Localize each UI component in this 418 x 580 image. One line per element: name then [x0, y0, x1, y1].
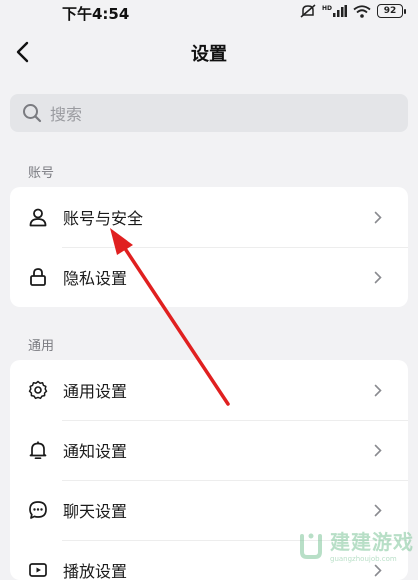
settings-item-general[interactable]: 通用设置 [10, 360, 408, 420]
status-bar: 下午4:54 HD 92 [0, 0, 418, 26]
settings-item-label: 隐私设置 [63, 269, 128, 288]
nav-bar: 设置 [0, 26, 418, 78]
section-label-general: 通用 [28, 339, 55, 354]
settings-item-label: 账号与安全 [63, 209, 144, 228]
chevron-right-icon [374, 443, 386, 457]
signal-hd-label: HD [321, 5, 332, 12]
bell-icon [27, 439, 49, 461]
chevron-right-icon [374, 383, 386, 397]
user-icon [27, 206, 49, 228]
battery-level: 92 [377, 4, 403, 18]
chat-icon [27, 499, 49, 521]
chevron-right-icon [374, 210, 386, 224]
wifi-icon [353, 4, 371, 18]
section-label-account: 账号 [28, 166, 55, 181]
chevron-right-icon [374, 563, 386, 577]
play-icon [27, 559, 49, 580]
signal-icon: HD [322, 5, 347, 17]
settings-item-label: 通知设置 [63, 442, 128, 461]
watermark-text: 建建游戏 [330, 530, 414, 554]
search-input[interactable]: 搜索 [10, 94, 408, 132]
watermark: 建建游戏 guangzhoujob.com [296, 526, 414, 563]
chevron-right-icon [374, 270, 386, 284]
account-card: 账号与安全 隐私设置 [10, 187, 408, 307]
search-icon [23, 104, 42, 123]
status-time: 下午4:54 [62, 5, 130, 23]
battery-cap [404, 8, 406, 14]
mute-icon [300, 4, 316, 18]
settings-item-privacy[interactable]: 隐私设置 [10, 247, 408, 307]
gear-icon [27, 379, 49, 401]
watermark-logo-icon [300, 533, 322, 559]
watermark-url: guangzhoujob.com [330, 555, 397, 563]
settings-item-label: 通用设置 [63, 382, 128, 401]
battery-icon: 92 [377, 4, 406, 18]
page-title: 设置 [191, 44, 227, 65]
settings-item-label: 聊天设置 [63, 502, 128, 521]
chevron-right-icon [374, 503, 386, 517]
settings-item-notifications[interactable]: 通知设置 [10, 420, 408, 480]
search-placeholder: 搜索 [50, 105, 83, 124]
settings-item-account-security[interactable]: 账号与安全 [10, 187, 408, 247]
status-icons: HD 92 [300, 4, 406, 18]
lock-icon [27, 266, 49, 288]
